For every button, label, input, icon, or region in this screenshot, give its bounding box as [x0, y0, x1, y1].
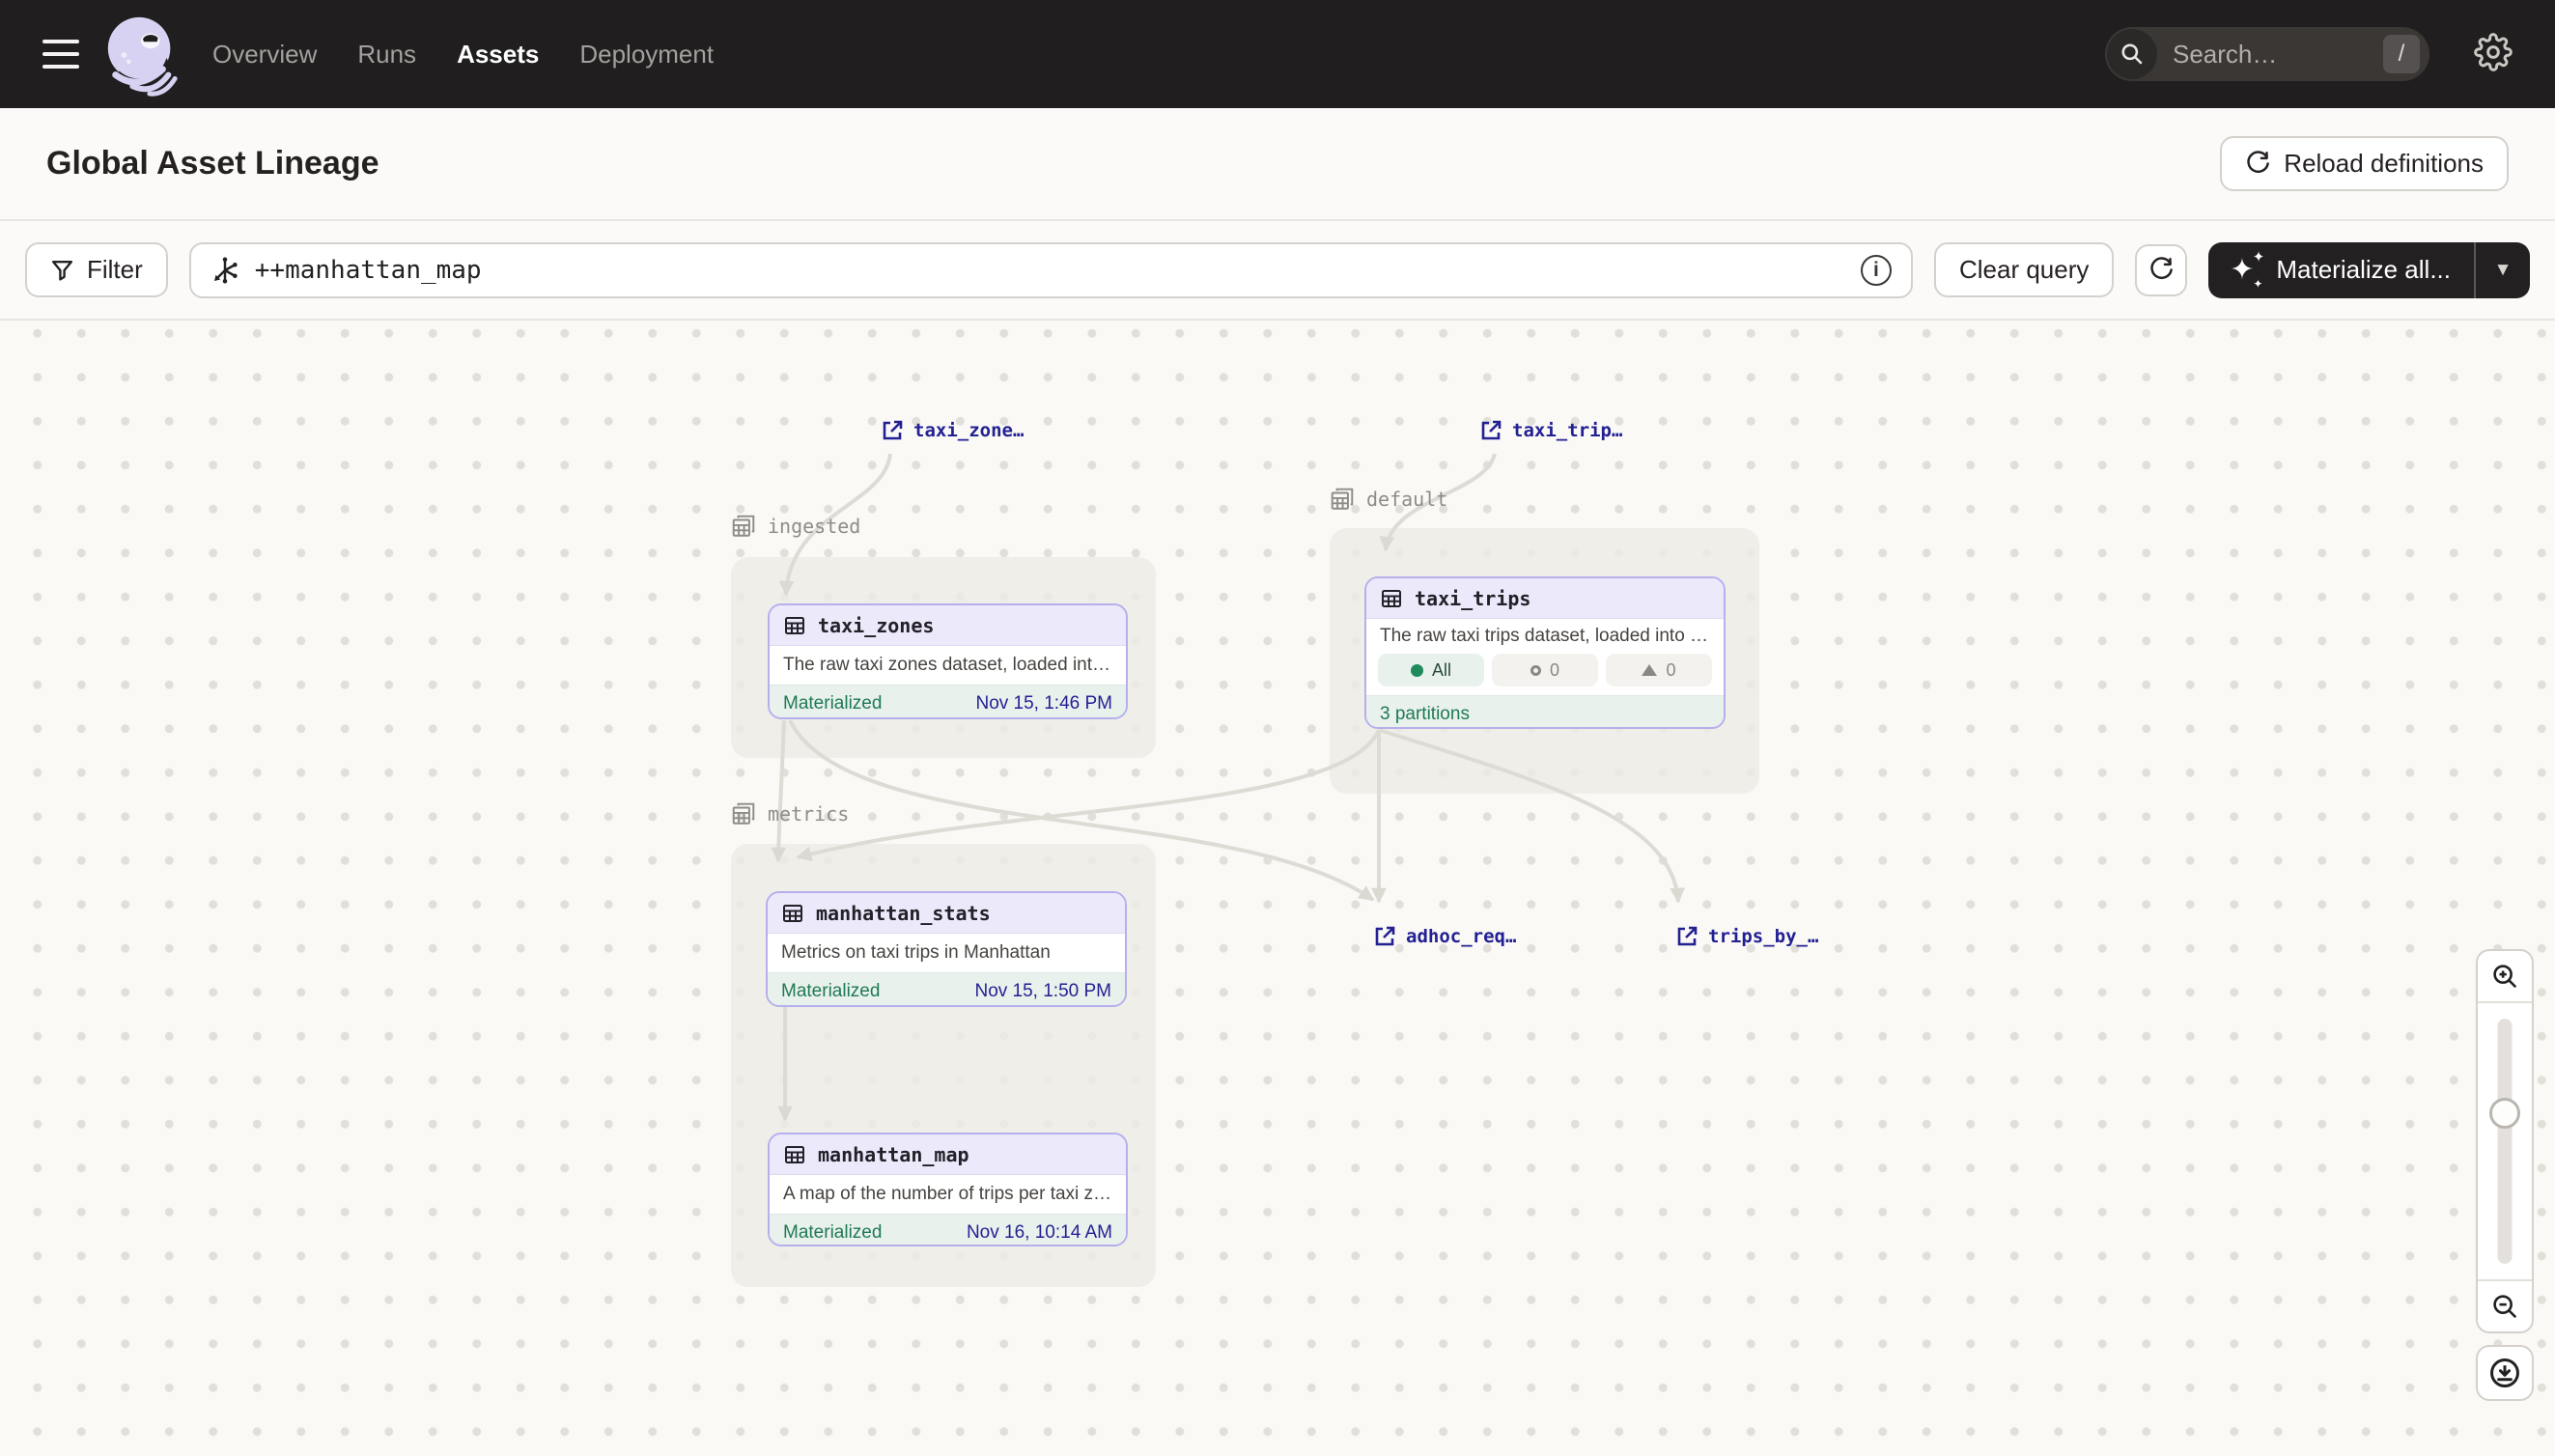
clear-query-button[interactable]: Clear query [1934, 242, 2114, 297]
magnifier-plus-icon [2490, 962, 2519, 991]
sparkles-icon: ✦✦✦ [2230, 252, 2262, 289]
partition-badge-failed[interactable]: 0 [1606, 654, 1712, 686]
info-icon[interactable]: i [1861, 255, 1892, 286]
table-icon [783, 614, 806, 637]
asset-node-header: taxi_trips [1366, 578, 1724, 619]
asset-node-manhattan-map[interactable]: manhattan_map A map of the number of tri… [768, 1133, 1128, 1246]
external-asset-link-trips-by-week[interactable]: trips_by_… [1675, 925, 1818, 948]
group-label-metrics[interactable]: metrics [731, 801, 849, 826]
asset-selection-value: ++manhattan_map [255, 256, 482, 285]
status-badge: Materialized [781, 981, 880, 1002]
status-badge: Materialized [783, 1222, 882, 1244]
search-input[interactable]: Search… / [2105, 27, 2429, 81]
refresh-icon [2148, 257, 2175, 283]
page-header: Global Asset Lineage Reload definitions [0, 108, 2555, 221]
asset-node-taxi-zones[interactable]: taxi_zones The raw taxi zones dataset, l… [768, 603, 1128, 719]
asset-description: The raw taxi zones dataset, loaded int… [770, 646, 1126, 685]
status-badge: Materialized [783, 693, 882, 714]
external-asset-link-taxi-zone[interactable]: taxi_zone… [881, 419, 1024, 442]
zoom-controls [2476, 949, 2534, 1333]
asset-group-icon [731, 514, 756, 539]
refresh-icon [2245, 151, 2271, 177]
search-shortcut-badge: / [2383, 35, 2420, 73]
page-title: Global Asset Lineage [46, 145, 2220, 182]
green-dot-icon [1411, 664, 1423, 677]
zoom-slider-track[interactable] [2498, 1019, 2513, 1264]
partition-badge-missing[interactable]: 0 [1492, 654, 1598, 686]
funnel-icon [50, 258, 74, 282]
gear-icon[interactable] [2474, 33, 2513, 76]
download-circle-icon [2488, 1357, 2521, 1389]
asset-node-header: manhattan_stats [768, 893, 1125, 934]
lineage-edges [0, 321, 2555, 1456]
group-label-default[interactable]: default [1330, 487, 1447, 512]
nav-item-assets[interactable]: Assets [457, 40, 539, 70]
asset-group-icon [731, 801, 756, 826]
external-asset-link-taxi-trip[interactable]: taxi_trip… [1479, 419, 1622, 442]
materialization-timestamp: Nov 15, 1:46 PM [975, 693, 1112, 714]
external-link-icon [1675, 925, 1699, 948]
top-nav: Overview Runs Assets Deployment Search… … [0, 0, 2555, 108]
asset-status-row: 3 partitions [1366, 695, 1724, 729]
nav-item-deployment[interactable]: Deployment [579, 40, 714, 70]
filter-button[interactable]: Filter [25, 242, 168, 297]
asset-node-taxi-trips[interactable]: taxi_trips The raw taxi trips dataset, l… [1364, 576, 1726, 729]
asset-selection-input[interactable]: ++manhattan_map i [189, 242, 1913, 298]
triangle-icon [1642, 664, 1657, 676]
partition-health-row: All 0 0 [1366, 654, 1724, 695]
search-icon [2107, 29, 2157, 79]
nav-item-overview[interactable]: Overview [212, 40, 317, 70]
refresh-graph-button[interactable] [2135, 244, 2187, 296]
asset-description: Metrics on taxi trips in Manhattan [768, 934, 1125, 972]
asset-status-row: Materialized Nov 15, 1:46 PM [770, 685, 1126, 719]
search-placeholder: Search… [2173, 40, 2383, 70]
materialize-split-button: ✦✦✦ Materialize all... ▼ [2208, 242, 2530, 298]
materialize-dropdown-caret[interactable]: ▼ [2476, 242, 2530, 298]
external-link-icon [1373, 925, 1396, 948]
zoom-slider[interactable] [2478, 1003, 2532, 1279]
asset-status-row: Materialized Nov 16, 10:14 AM [770, 1214, 1126, 1246]
external-link-icon [881, 419, 904, 442]
nav-item-runs[interactable]: Runs [357, 40, 416, 70]
external-asset-link-adhoc-request[interactable]: adhoc_req… [1373, 925, 1516, 948]
dagster-logo-icon[interactable] [100, 12, 183, 97]
primary-nav: Overview Runs Assets Deployment [212, 40, 714, 70]
asset-description: A map of the number of trips per taxi z… [770, 1175, 1126, 1214]
magnifier-minus-icon [2490, 1292, 2519, 1321]
table-icon [781, 902, 804, 925]
partition-badge-all[interactable]: All [1378, 654, 1484, 686]
asset-group-icon [1330, 487, 1355, 512]
materialization-timestamp: Nov 16, 10:14 AM [967, 1222, 1112, 1244]
asset-status-row: Materialized Nov 15, 1:50 PM [768, 972, 1125, 1007]
zoom-out-button[interactable] [2478, 1279, 2532, 1331]
group-label-ingested[interactable]: ingested [731, 514, 860, 539]
external-link-icon [1479, 419, 1502, 442]
reload-definitions-button[interactable]: Reload definitions [2220, 136, 2509, 191]
asset-description: The raw taxi trips dataset, loaded into … [1366, 619, 1724, 654]
materialization-timestamp: Nov 15, 1:50 PM [974, 981, 1111, 1002]
asset-node-manhattan-stats[interactable]: manhattan_stats Metrics on taxi trips in… [766, 891, 1127, 1007]
table-icon [783, 1143, 806, 1166]
asset-selector-icon [211, 256, 239, 285]
hamburger-menu-icon[interactable] [42, 40, 79, 69]
recenter-download-button[interactable] [2476, 1345, 2534, 1401]
asset-node-header: manhattan_map [770, 1134, 1126, 1175]
zoom-in-button[interactable] [2478, 951, 2532, 1003]
materialize-all-button[interactable]: ✦✦✦ Materialize all... [2208, 242, 2474, 298]
zoom-slider-handle[interactable] [2489, 1098, 2520, 1129]
table-icon [1380, 587, 1403, 610]
lineage-canvas[interactable]: ingested default metrics taxi_zone… taxi… [0, 321, 2555, 1456]
asset-node-header: taxi_zones [770, 605, 1126, 646]
ring-icon [1530, 665, 1541, 676]
partitions-count: 3 partitions [1380, 704, 1470, 725]
lineage-toolbar: Filter ++manhattan_map i Clear query ✦✦✦… [0, 221, 2555, 321]
